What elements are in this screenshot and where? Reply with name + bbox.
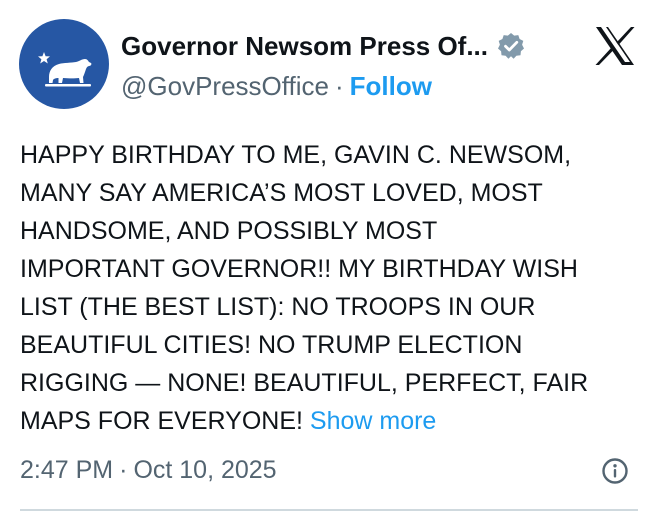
follow-button[interactable]: Follow	[350, 71, 432, 102]
tweet-line: HANDSOME, AND POSSIBLY MOST	[20, 217, 438, 245]
separator-dot: ·	[334, 70, 344, 101]
tweet-line: MAPS FOR EVERYONE!	[20, 407, 303, 435]
tweet-text: HAPPY BIRTHDAY TO ME, GAVIN C. NEWSOM, M…	[20, 136, 650, 440]
tweet-line-last: MAPS FOR EVERYONE! Show more	[20, 402, 650, 440]
handle-row: @GovPressOffice · Follow	[121, 68, 432, 104]
avatar[interactable]	[19, 19, 109, 109]
separator-dot: ·	[119, 455, 128, 484]
x-logo-icon[interactable]	[593, 24, 637, 68]
timestamp-time[interactable]: 2:47 PM	[20, 456, 113, 485]
verified-badge-icon	[496, 31, 526, 61]
divider	[20, 509, 638, 511]
timestamp-date[interactable]: Oct 10, 2025	[133, 456, 276, 485]
info-icon[interactable]	[600, 456, 630, 486]
display-name[interactable]: Governor Newsom Press Of...	[121, 31, 488, 62]
name-row: Governor Newsom Press Of...	[121, 28, 526, 64]
tweet-card: Governor Newsom Press Of... @GovPressOff…	[0, 0, 665, 516]
tweet-line: LIST (THE BEST LIST): NO TROOPS IN OUR	[20, 293, 536, 321]
tweet-line: RIGGING — NONE! BEAUTIFUL, PERFECT, FAIR	[20, 369, 589, 397]
california-bear-icon	[38, 52, 92, 87]
show-more-link[interactable]: Show more	[310, 407, 436, 435]
tweet-line: IMPORTANT GOVERNOR!! MY BIRTHDAY WISH	[20, 255, 578, 283]
user-handle[interactable]: @GovPressOffice	[121, 71, 329, 102]
tweet-line: HAPPY BIRTHDAY TO ME, GAVIN C. NEWSOM,	[20, 141, 572, 169]
tweet-line: BEAUTIFUL CITIES! NO TRUMP ELECTION	[20, 331, 523, 359]
tweet-line: MANY SAY AMERICA’S MOST LOVED, MOST	[20, 179, 543, 207]
tweet-timestamp: 2:47 PM · Oct 10, 2025	[20, 451, 277, 489]
